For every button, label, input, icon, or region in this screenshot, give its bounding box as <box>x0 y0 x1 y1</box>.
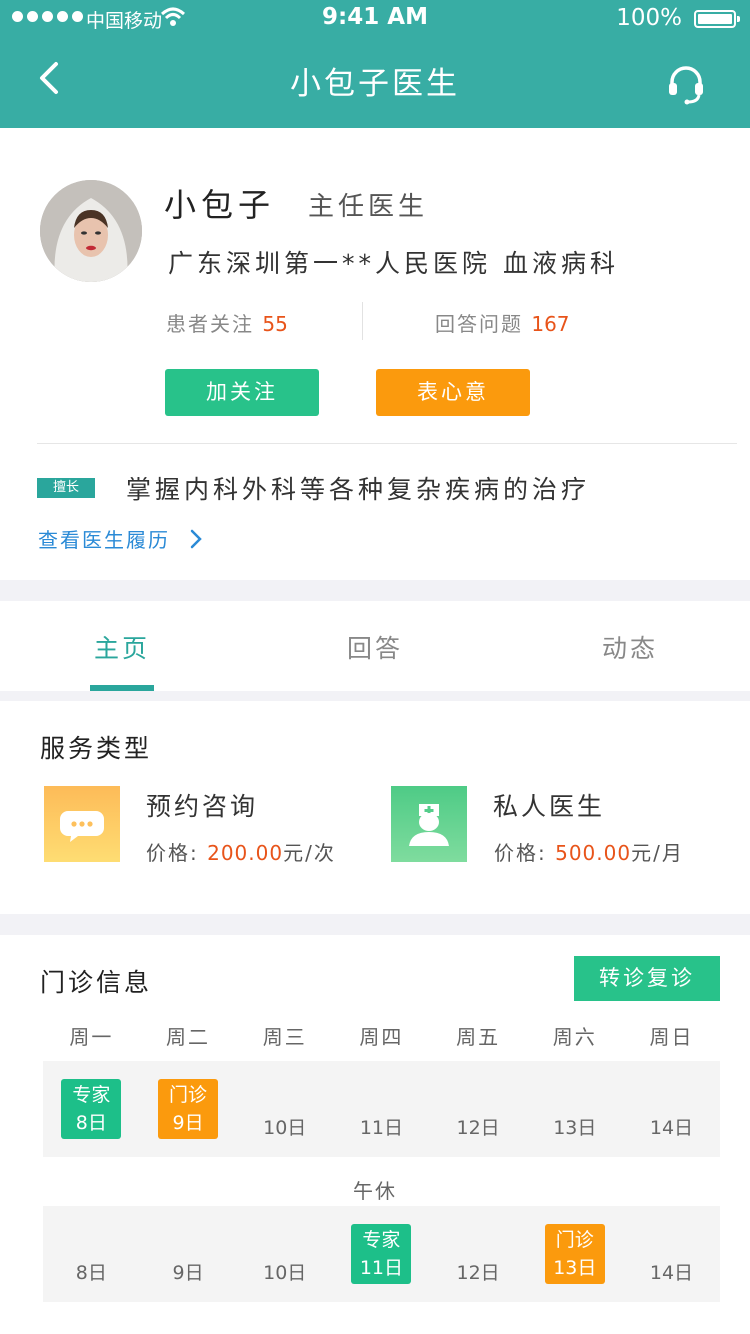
tab-bar: 主页 回答 动态 <box>0 601 750 691</box>
schedule-slot-tag[interactable]: 专家 11日 <box>351 1224 412 1284</box>
service-price-consult: 价格: 200.00元/次 <box>146 837 336 866</box>
followers-count: 55 <box>262 312 288 336</box>
resume-link[interactable]: 查看医生履历 <box>38 524 202 553</box>
slot-type-label: 专家 <box>72 1084 111 1106</box>
slot-day-label: 8日 <box>75 1112 107 1134</box>
schedule-row-afternoon: 8日 9日 10日 专家 11日 12日 门诊 13日 14日 <box>43 1206 720 1302</box>
tab-answers[interactable]: 回答 <box>315 629 435 665</box>
day-label: 10日 <box>263 1262 307 1284</box>
weekday-header: 周一 周二 周三 周四 周五 周六 周日 <box>43 1021 720 1050</box>
customer-service-icon[interactable] <box>664 62 708 106</box>
followers-stat: 患者关注 55 <box>166 308 288 337</box>
day-label: 9日 <box>172 1262 204 1284</box>
slot-day-label: 9日 <box>172 1112 204 1134</box>
chevron-right-icon <box>190 529 202 548</box>
clinic-title: 门诊信息 <box>40 968 153 997</box>
schedule-slot-tag[interactable]: 专家 8日 <box>61 1079 122 1139</box>
specialty-text: 掌握内科外科等各种复杂疾病的治疗 <box>126 475 591 504</box>
schedule-cell: 13日 <box>526 1061 623 1157</box>
day-label: 14日 <box>649 1117 694 1139</box>
price-label: 价格: <box>494 841 547 865</box>
service-name-consult: 预约咨询 <box>146 792 259 821</box>
service-price-private: 价格: 500.00元/月 <box>494 837 684 866</box>
day-label: 8日 <box>75 1262 107 1284</box>
schedule-cell[interactable]: 门诊 9日 <box>140 1061 237 1157</box>
schedule-cell: 14日 <box>623 1206 720 1302</box>
chat-consult-icon[interactable] <box>44 786 120 862</box>
slot-type-label: 门诊 <box>169 1084 208 1106</box>
price-value: 500.00 <box>555 841 632 865</box>
weekday-label: 周日 <box>649 1025 694 1049</box>
weekday-label: 周一 <box>69 1025 114 1049</box>
day-label: 12日 <box>456 1262 500 1284</box>
weekday-label: 周三 <box>262 1025 307 1049</box>
doctor-title: 主任医生 <box>308 192 429 222</box>
price-value: 200.00 <box>207 841 284 865</box>
doctor-name: 小包子 <box>164 186 276 224</box>
schedule-row-morning: 专家 8日 门诊 9日 10日 11日 12日 13日 14日 <box>43 1061 720 1157</box>
weekday-label: 周六 <box>552 1025 597 1049</box>
price-label: 价格: <box>146 841 199 865</box>
doctor-hospital: 广东深圳第一**人民医院 血液病科 <box>168 249 619 278</box>
schedule-cell: 11日 <box>333 1061 430 1157</box>
weekday-label: 周二 <box>166 1025 211 1049</box>
schedule-cell: 10日 <box>236 1206 333 1302</box>
avatar[interactable] <box>40 180 142 282</box>
tab-indicator <box>90 685 154 691</box>
day-label: 10日 <box>263 1117 307 1139</box>
clinic-section: 门诊信息 转诊复诊 周一 周二 周三 周四 周五 周六 周日 专家 8日 门诊 9日 1… <box>0 935 750 1334</box>
private-doctor-icon[interactable] <box>391 786 467 862</box>
tab-home[interactable]: 主页 <box>62 629 182 665</box>
header-bar: 中国移动 9:41 AM 100% 小包子医生 <box>0 0 750 128</box>
answers-count: 167 <box>531 312 570 336</box>
battery-percent: 100% <box>616 5 682 31</box>
schedule-slot-tag[interactable]: 门诊 9日 <box>158 1079 219 1139</box>
day-label: 13日 <box>553 1117 597 1139</box>
schedule-cell[interactable]: 专家 8日 <box>43 1061 140 1157</box>
slot-type-label: 门诊 <box>555 1229 594 1251</box>
slot-day-label: 11日 <box>359 1257 403 1279</box>
stat-divider <box>362 302 363 340</box>
divider <box>37 443 737 444</box>
schedule-cell: 12日 <box>430 1061 527 1157</box>
schedule-cell: 12日 <box>430 1206 527 1302</box>
services-title: 服务类型 <box>40 734 153 763</box>
follow-button[interactable]: 加关注 <box>165 369 319 416</box>
schedule-cell: 9日 <box>140 1206 237 1302</box>
resume-link-label: 查看医生履历 <box>38 528 170 552</box>
weekday-label: 周四 <box>359 1025 404 1049</box>
day-label: 12日 <box>456 1117 500 1139</box>
schedule-cell: 8日 <box>43 1206 140 1302</box>
noon-break-label: 午休 <box>353 1179 397 1203</box>
answers-label: 回答问题 <box>435 312 523 336</box>
schedule-cell: 14日 <box>623 1061 720 1157</box>
price-unit: 元/月 <box>631 841 684 865</box>
services-section: 服务类型 预约咨询 价格: 200.00元/次 私人医生 价格: 500.00元… <box>0 701 750 914</box>
schedule-cell: 10日 <box>236 1061 333 1157</box>
doctor-profile-card: 小包子 主任医生 广东深圳第一**人民医院 血液病科 患者关注 55 回答问题 … <box>0 128 750 580</box>
service-name-private: 私人医生 <box>493 792 606 821</box>
gift-button[interactable]: 表心意 <box>376 369 530 416</box>
price-unit: 元/次 <box>283 841 336 865</box>
transfer-button[interactable]: 转诊复诊 <box>574 956 720 1001</box>
page-title: 小包子医生 <box>290 66 460 102</box>
slot-type-label: 专家 <box>362 1229 401 1251</box>
day-label: 11日 <box>359 1117 403 1139</box>
tab-activity[interactable]: 动态 <box>570 629 690 665</box>
battery-icon <box>694 10 740 28</box>
day-label: 14日 <box>649 1262 694 1284</box>
answers-stat: 回答问题 167 <box>435 308 570 337</box>
specialty-badge: 擅长 <box>37 478 95 498</box>
status-bar: 中国移动 9:41 AM 100% <box>0 0 750 40</box>
schedule-cell[interactable]: 门诊 13日 <box>526 1206 623 1302</box>
schedule-cell[interactable]: 专家 11日 <box>333 1206 430 1302</box>
weekday-label: 周五 <box>456 1025 501 1049</box>
followers-label: 患者关注 <box>166 312 254 336</box>
schedule-slot-tag[interactable]: 门诊 13日 <box>544 1224 605 1284</box>
slot-day-label: 13日 <box>553 1257 597 1279</box>
